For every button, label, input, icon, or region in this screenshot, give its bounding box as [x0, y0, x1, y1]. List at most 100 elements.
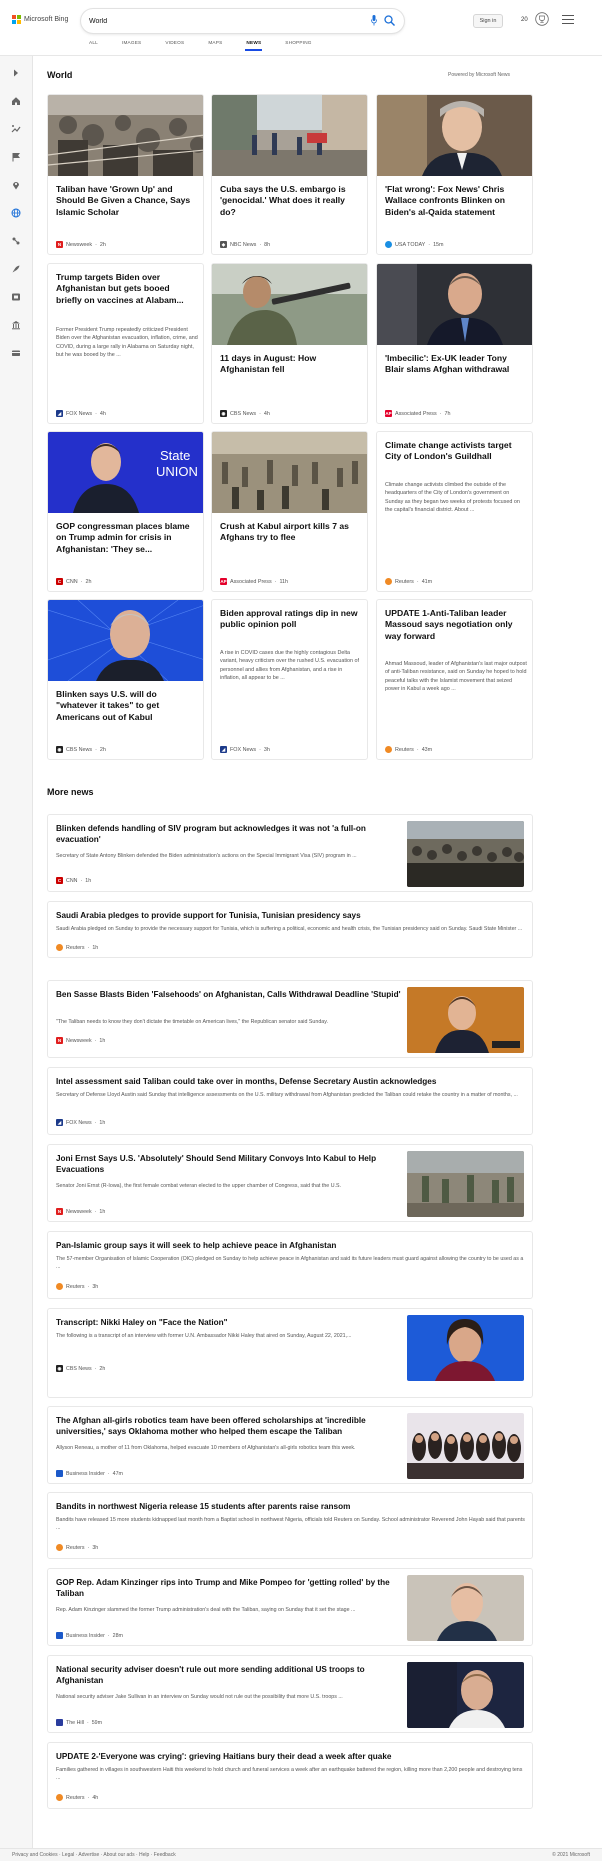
- news-list-item[interactable]: Transcript: Nikki Haley on "Face the Nat…: [47, 1308, 533, 1398]
- news-item-source: ◉ CBS News · 2h: [56, 1365, 105, 1372]
- news-item-title[interactable]: Saudi Arabia pledges to provide support …: [56, 910, 526, 921]
- news-card-title[interactable]: 'Flat wrong': Fox News' Chris Wallace co…: [385, 184, 526, 218]
- news-card[interactable]: Blinken says U.S. will do "whatever it t…: [47, 599, 204, 760]
- source-time: 28m: [112, 1632, 123, 1639]
- news-list-item[interactable]: Pan-Islamic group says it will seek to h…: [47, 1231, 533, 1299]
- news-card[interactable]: Climate change activists target City of …: [376, 431, 533, 592]
- news-item-snippet: Secretary of State Antony Blinken defend…: [56, 853, 357, 859]
- news-card[interactable]: State UNION GOP congressman places blame…: [47, 431, 204, 592]
- news-card[interactable]: Crush at Kabul airport kills 7 as Afghan…: [211, 431, 368, 592]
- news-card[interactable]: UPDATE 1-Anti-Taliban leader Massoud say…: [376, 599, 533, 760]
- news-list-item[interactable]: National security adviser doesn't rule o…: [47, 1655, 533, 1733]
- tab-videos[interactable]: VIDEOS: [165, 40, 184, 45]
- trending-icon[interactable]: [11, 124, 21, 134]
- news-card[interactable]: Taliban have 'Grown Up' and Should Be Gi…: [47, 94, 204, 255]
- location-pin-icon[interactable]: [11, 180, 21, 190]
- footer-links[interactable]: Privacy and Cookies · Legal · Advertise …: [12, 1852, 176, 1858]
- reuters-logo-icon: [385, 746, 392, 753]
- bank-icon[interactable]: [11, 320, 21, 330]
- tab-all[interactable]: ALL: [89, 40, 98, 45]
- dot-separator: ·: [259, 241, 262, 248]
- news-item-title[interactable]: The Afghan all-girls robotics team have …: [56, 1415, 401, 1438]
- news-card[interactable]: 'Flat wrong': Fox News' Chris Wallace co…: [376, 94, 533, 255]
- tab-images[interactable]: IMAGES: [122, 40, 141, 45]
- news-card-title[interactable]: Cuba says the U.S. embargo is 'genocidal…: [220, 184, 361, 218]
- news-list-item[interactable]: GOP Rep. Adam Kinzinger rips into Trump …: [47, 1568, 533, 1646]
- news-item-title[interactable]: Bandits in northwest Nigeria release 15 …: [56, 1501, 526, 1512]
- search-icon[interactable]: [384, 15, 395, 26]
- expand-chevron-icon[interactable]: [11, 68, 21, 78]
- news-item-title[interactable]: Intel assessment said Taliban could take…: [56, 1076, 526, 1087]
- news-item-title[interactable]: Blinken defends handling of SIV program …: [56, 823, 401, 846]
- foxnews-logo-icon: ◢: [220, 746, 227, 753]
- card-icon[interactable]: [11, 348, 21, 358]
- news-list-item[interactable]: Blinken defends handling of SIV program …: [47, 814, 533, 892]
- news-list-item[interactable]: Joni Ernst Says U.S. 'Absolutely' Should…: [47, 1144, 533, 1222]
- search-box[interactable]: [81, 9, 404, 33]
- globe-icon[interactable]: [11, 208, 21, 218]
- news-item-title[interactable]: National security adviser doesn't rule o…: [56, 1664, 401, 1687]
- news-card-title[interactable]: Blinken says U.S. will do "whatever it t…: [56, 689, 197, 723]
- news-item-title[interactable]: Transcript: Nikki Haley on "Face the Nat…: [56, 1317, 401, 1328]
- news-list-item[interactable]: Intel assessment said Taliban could take…: [47, 1067, 533, 1135]
- ap-logo-icon: AP: [385, 410, 392, 417]
- news-item-snippet: National security adviser Jake Sullivan …: [56, 1694, 343, 1700]
- news-card[interactable]: Trump targets Biden over Afghanistan but…: [47, 263, 204, 424]
- source-time: 1h: [99, 1208, 106, 1215]
- microphone-icon[interactable]: [371, 15, 377, 26]
- science-icon[interactable]: [11, 236, 21, 246]
- news-card-title[interactable]: UPDATE 1-Anti-Taliban leader Massoud say…: [385, 608, 526, 642]
- news-card[interactable]: 'Imbecilic': Ex-UK leader Tony Blair sla…: [376, 263, 533, 424]
- source-name: CBS News: [66, 746, 93, 753]
- tab-news[interactable]: NEWS: [245, 40, 263, 51]
- news-card-title[interactable]: Crush at Kabul airport kills 7 as Afghan…: [220, 521, 361, 544]
- news-card-title[interactable]: 'Imbecilic': Ex-UK leader Tony Blair sla…: [385, 353, 526, 376]
- news-card-title[interactable]: Trump targets Biden over Afghanistan but…: [56, 272, 197, 306]
- movie-icon[interactable]: [11, 292, 21, 302]
- news-list-item[interactable]: UPDATE 2-'Everyone was crying': grieving…: [47, 1742, 533, 1809]
- news-card-source: ◉ CBS News · 4h: [220, 410, 270, 417]
- source-time: 15m: [433, 241, 444, 248]
- tab-shopping[interactable]: SHOPPING: [285, 40, 311, 45]
- tab-maps[interactable]: MAPS: [208, 40, 222, 45]
- news-card-title[interactable]: Taliban have 'Grown Up' and Should Be Gi…: [56, 184, 197, 218]
- source-time: 47m: [112, 1470, 123, 1477]
- news-item-title[interactable]: GOP Rep. Adam Kinzinger rips into Trump …: [56, 1577, 401, 1600]
- news-card-source: ◆ NBC News · 8h: [220, 241, 270, 248]
- news-card[interactable]: Biden approval ratings dip in new public…: [211, 599, 368, 760]
- dot-separator: ·: [416, 746, 419, 753]
- news-card-title[interactable]: 11 days in August: How Afghanistan fell: [220, 353, 361, 376]
- source-time: 1h: [99, 1119, 106, 1126]
- news-card-title[interactable]: GOP congressman places blame on Trump ad…: [56, 521, 197, 555]
- rewards-trophy-icon[interactable]: [535, 12, 549, 26]
- home-icon[interactable]: [11, 96, 21, 106]
- news-card[interactable]: Cuba says the U.S. embargo is 'genocidal…: [211, 94, 368, 255]
- news-list-item[interactable]: Bandits in northwest Nigeria release 15 …: [47, 1492, 533, 1559]
- source-name: Reuters: [66, 1544, 85, 1551]
- bing-logo[interactable]: Microsoft Bing: [12, 15, 68, 24]
- sign-in-button[interactable]: Sign in: [473, 14, 503, 28]
- news-item-title[interactable]: Ben Sasse Blasts Biden 'Falsehoods' on A…: [56, 989, 401, 1000]
- search-input[interactable]: [89, 17, 349, 25]
- source-name: Newsweek: [66, 1208, 92, 1215]
- news-list-item[interactable]: Saudi Arabia pledges to provide support …: [47, 901, 533, 958]
- dot-separator: ·: [94, 1208, 97, 1215]
- news-item-title[interactable]: UPDATE 2-'Everyone was crying': grieving…: [56, 1751, 526, 1762]
- news-card-source: C CNN · 2h: [56, 578, 91, 585]
- news-list-item[interactable]: Ben Sasse Blasts Biden 'Falsehoods' on A…: [47, 980, 533, 1058]
- rocket-icon[interactable]: [11, 264, 21, 274]
- news-list-item[interactable]: The Afghan all-girls robotics team have …: [47, 1406, 533, 1484]
- menu-icon[interactable]: [562, 15, 574, 25]
- rewards-count[interactable]: 20: [521, 17, 528, 23]
- news-card-title[interactable]: Biden approval ratings dip in new public…: [220, 608, 361, 631]
- flag-icon[interactable]: [11, 152, 21, 162]
- news-item-snippet: The following is a transcript of an inte…: [56, 1333, 352, 1339]
- source-name: FOX News: [230, 746, 257, 753]
- news-item-title[interactable]: Pan-Islamic group says it will seek to h…: [56, 1240, 526, 1251]
- dot-separator: ·: [274, 578, 277, 585]
- news-item-source: Business Insider · 47m: [56, 1470, 123, 1477]
- news-item-title[interactable]: Joni Ernst Says U.S. 'Absolutely' Should…: [56, 1153, 401, 1176]
- news-card[interactable]: 11 days in August: How Afghanistan fell …: [211, 263, 368, 424]
- news-card-title[interactable]: Climate change activists target City of …: [385, 440, 526, 463]
- source-name: USA TODAY: [395, 241, 426, 248]
